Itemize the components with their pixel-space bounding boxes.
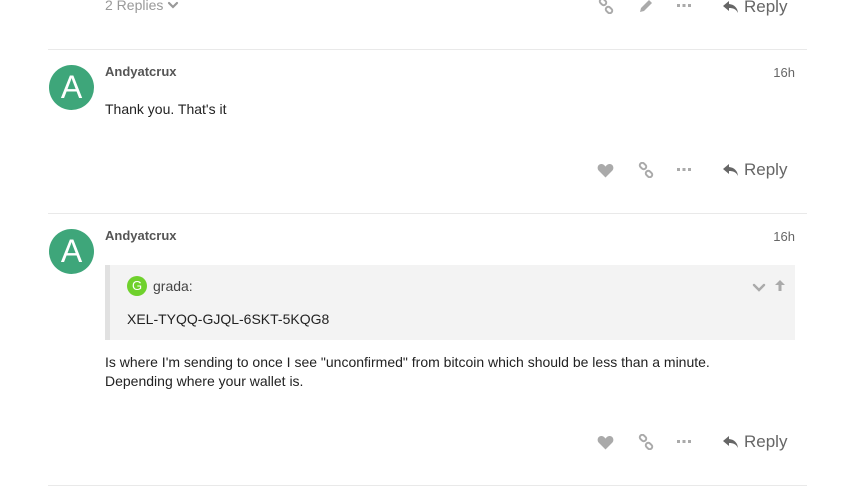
avatar[interactable]: A [49, 65, 94, 110]
chevron-down-icon [168, 1, 179, 9]
post-divider [48, 49, 807, 50]
heart-icon[interactable] [597, 163, 614, 178]
reply-arrow-icon [723, 0, 738, 13]
quote-username[interactable]: grada: [153, 278, 193, 294]
post-time[interactable]: 16h [773, 229, 795, 244]
reply-arrow-icon [723, 435, 738, 448]
replies-label: 2 Replies [105, 0, 164, 13]
avatar[interactable]: A [49, 229, 94, 274]
heart-icon[interactable] [597, 435, 614, 450]
quote-block: G grada: XEL-TYQQ-GJQL-6SKT-5KQG8 [105, 265, 795, 340]
reply-button[interactable]: Reply [722, 158, 787, 182]
ellipsis-icon[interactable] [677, 4, 691, 8]
post-body-line: Is where I'm sending to once I see "unco… [105, 354, 710, 370]
reply-button[interactable]: Reply [722, 0, 787, 19]
reply-label: Reply [744, 432, 788, 451]
reply-label: Reply [744, 160, 788, 179]
link-icon[interactable] [638, 434, 654, 450]
ellipsis-icon[interactable] [677, 440, 691, 444]
username[interactable]: Andyatcrux [105, 64, 177, 79]
post-body: Thank you. That's it [105, 101, 227, 117]
post-divider [48, 213, 807, 214]
post-divider [48, 485, 807, 486]
reply-arrow-icon [723, 163, 738, 176]
reply-button[interactable]: Reply [722, 430, 787, 454]
link-icon[interactable] [598, 0, 614, 14]
chevron-down-icon[interactable] [752, 280, 766, 294]
username[interactable]: Andyatcrux [105, 228, 177, 243]
post-time[interactable]: 16h [773, 65, 795, 80]
link-icon[interactable] [638, 162, 654, 178]
reply-label: Reply [744, 0, 788, 16]
post-body-line: Depending where your wallet is. [105, 373, 304, 389]
arrow-up-icon[interactable] [774, 279, 786, 292]
pencil-icon[interactable] [638, 0, 654, 14]
post-body: Is where I'm sending to once I see "unco… [105, 353, 710, 391]
ellipsis-icon[interactable] [677, 168, 691, 172]
quote-avatar[interactable]: G [127, 276, 147, 296]
show-replies-button[interactable]: 2 Replies [105, 0, 179, 13]
quote-text: XEL-TYQQ-GJQL-6SKT-5KQG8 [127, 311, 330, 327]
